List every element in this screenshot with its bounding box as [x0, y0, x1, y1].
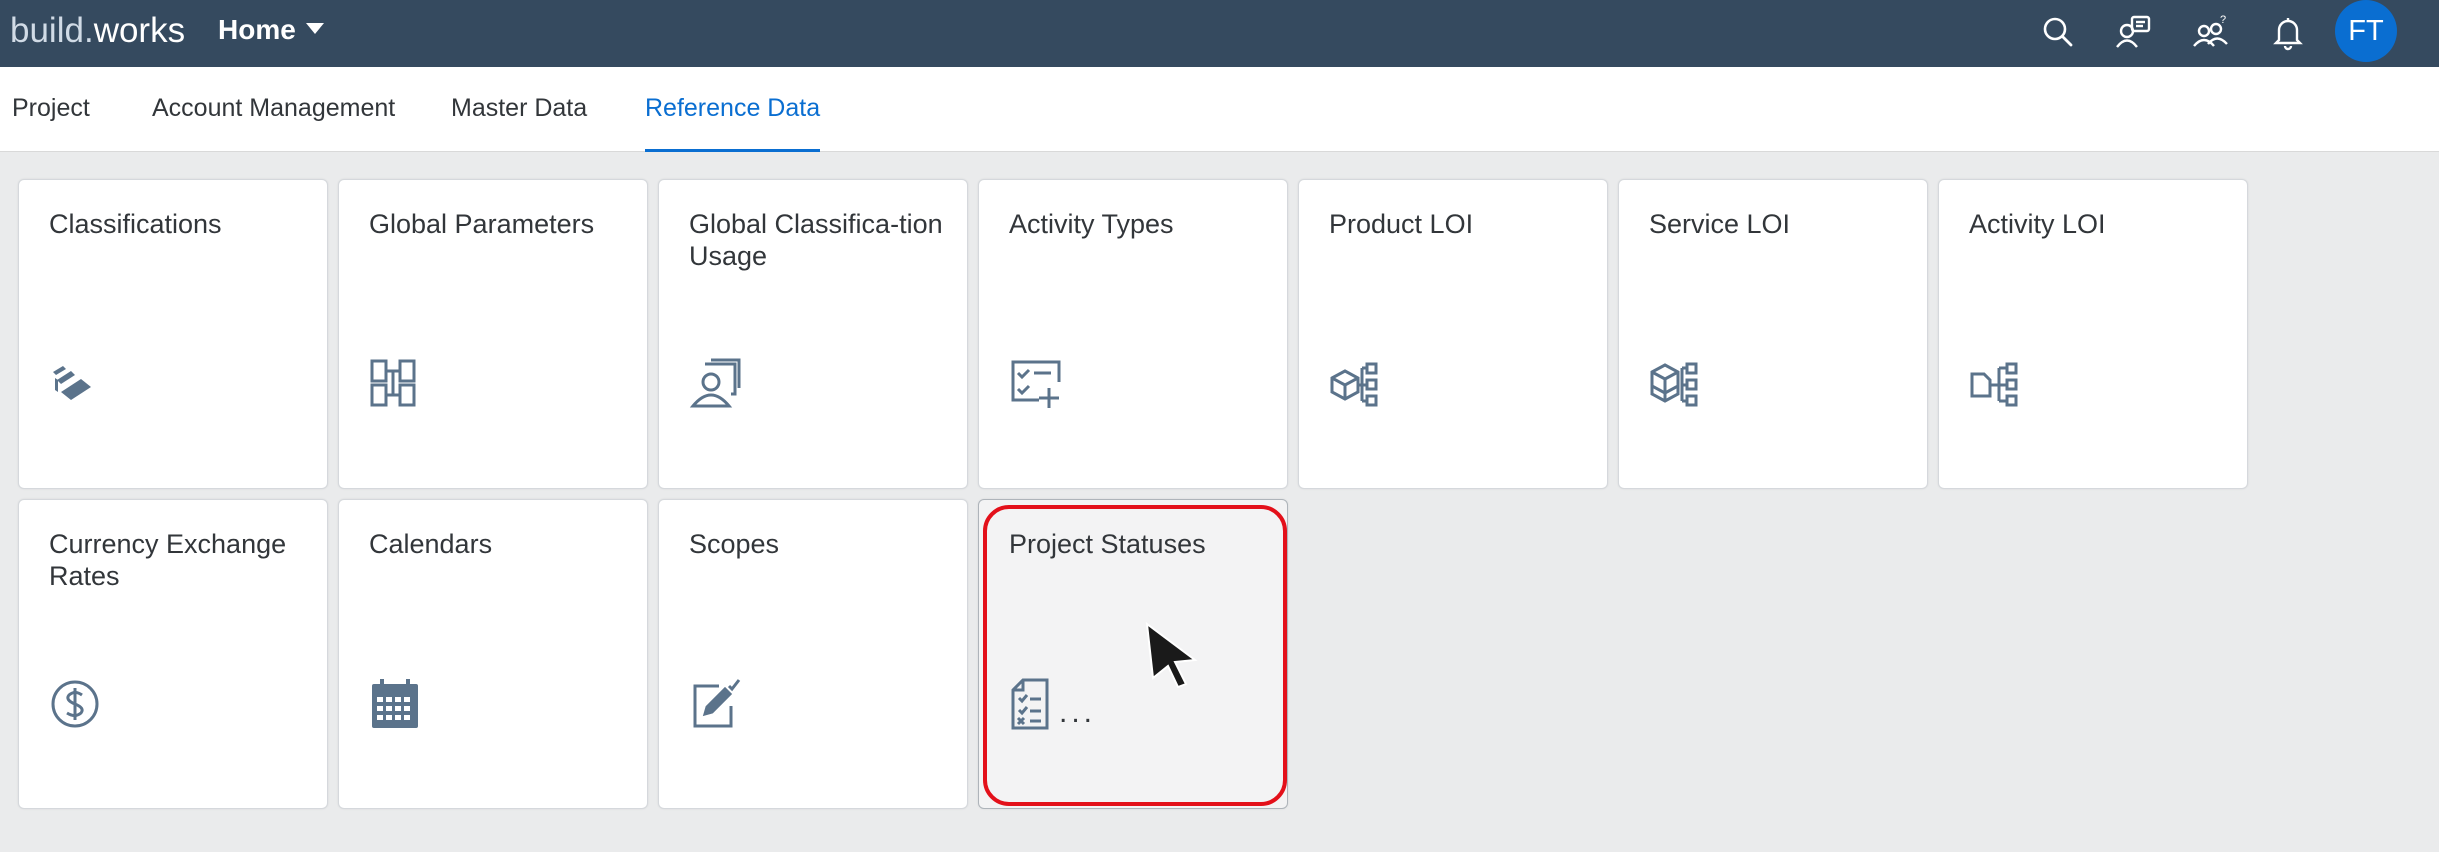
tile-title: Scopes — [689, 529, 780, 559]
tile-title: Activity Types — [1009, 209, 1174, 239]
service-loi-icon — [1649, 358, 1701, 410]
caret-down-icon — [305, 23, 324, 34]
shell-bar: build.works Home ? FT — [0, 0, 2439, 67]
tab-reference-data[interactable]: Reference Data — [645, 67, 821, 152]
tile-project-statuses[interactable]: Project Statuses ... — [978, 499, 1288, 809]
brand-suffix: works — [93, 11, 186, 50]
tile-currency-exchange-rates[interactable]: Currency Exchange Rates — [18, 499, 328, 809]
tab-bar: Project Account Management Master Data R… — [0, 67, 2439, 152]
loading-indicator: ... — [1059, 696, 1097, 729]
bell-icon[interactable] — [2268, 12, 2308, 52]
user-group-help-icon[interactable]: ? — [2191, 12, 2231, 52]
tile-activity-types[interactable]: Activity Types — [978, 179, 1288, 489]
activity-types-icon — [1009, 358, 1061, 410]
tile-global-classification-usage[interactable]: Global Classifica-tion Usage — [658, 179, 968, 489]
tile-title: Service LOI — [1649, 209, 1791, 239]
tile-title: Global Classifica-tion Usage — [689, 209, 943, 271]
tile-title: Activity LOI — [1969, 209, 2106, 239]
activity-loi-icon — [1969, 358, 2021, 410]
home-menu-label: Home — [218, 14, 296, 45]
tile-service-loi[interactable]: Service LOI — [1618, 179, 1928, 489]
tile-title: Calendars — [369, 529, 493, 559]
tile-title: Project Statuses — [1009, 529, 1206, 559]
user-avatar[interactable]: FT — [2335, 0, 2397, 62]
tile-calendars[interactable]: Calendars — [338, 499, 648, 809]
tile-scopes[interactable]: Scopes — [658, 499, 968, 809]
tile-title: Classifications — [49, 209, 222, 239]
brand-name-part: build — [10, 11, 84, 50]
search-icon[interactable] — [2038, 12, 2078, 52]
tab-project[interactable]: Project — [12, 67, 90, 152]
svg-text:?: ? — [2220, 14, 2226, 26]
collaboration-icon[interactable] — [2114, 12, 2154, 52]
product-loi-icon — [1329, 358, 1381, 410]
currency-icon — [49, 678, 101, 730]
tile-title: Global Parameters — [369, 209, 595, 239]
home-menu-button[interactable]: Home — [218, 12, 324, 48]
tab-account-management[interactable]: Account Management — [152, 67, 395, 152]
brand-dot: . — [83, 11, 94, 50]
project-statuses-icon — [1009, 678, 1061, 730]
calendar-icon — [369, 678, 421, 730]
tile-global-parameters[interactable]: Global Parameters — [338, 179, 648, 489]
tile-title: Currency Exchange Rates — [49, 529, 287, 591]
classification-usage-icon — [689, 358, 741, 410]
tile-product-loi[interactable]: Product LOI — [1298, 179, 1608, 489]
tile-classifications[interactable]: Classifications — [18, 179, 328, 489]
scopes-icon — [689, 678, 741, 730]
tab-master-data[interactable]: Master Data — [451, 67, 587, 152]
tile-activity-loi[interactable]: Activity LOI — [1938, 179, 2248, 489]
tile-title: Product LOI — [1329, 209, 1474, 239]
app-logo[interactable]: build.works — [10, 9, 185, 53]
classifications-icon — [49, 358, 101, 410]
global-parameters-icon — [369, 358, 421, 410]
